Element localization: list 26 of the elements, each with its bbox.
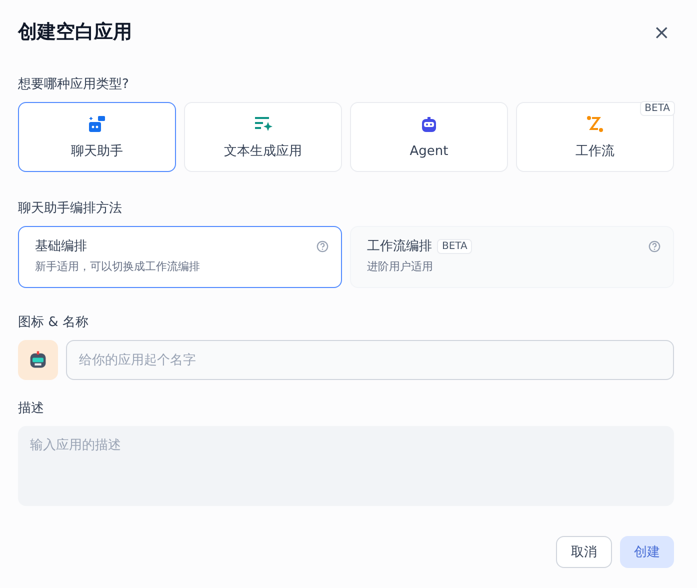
section-label: 描述 [18, 400, 45, 417]
method-title: 基础编排 [35, 238, 87, 255]
close-button[interactable]: × [649, 20, 674, 44]
method-description: 新手适用，可以切换成工作流编排 [35, 259, 201, 274]
description-input[interactable]: 输入应用的描述 [18, 426, 674, 506]
section-label: 想要哪种应用类型? [18, 76, 130, 93]
section-label: 图标 & 名称 [18, 314, 90, 331]
method-card[interactable]: 基础编排 新手适用，可以切换成工作流编排 [18, 226, 342, 288]
help-icon[interactable] [316, 240, 329, 252]
dialog-button[interactable]: 取消 [556, 536, 612, 568]
app-type-card[interactable]: Agent [350, 102, 508, 172]
section-label: 聊天助手编排方法 [18, 200, 123, 217]
name-input[interactable]: 给你的应用起个名字 [66, 340, 674, 380]
flow-path-icon [585, 114, 605, 134]
dialog-title: 创建空白应用 [18, 20, 132, 45]
method-title: 工作流编排 [367, 238, 432, 255]
app-type-card[interactable]: BETA 工作流 [516, 102, 674, 172]
app-type-card[interactable]: 聊天助手 [18, 102, 176, 172]
beta-badge: BETA [640, 101, 675, 116]
help-icon[interactable] [648, 240, 661, 252]
app-icon-button[interactable] [18, 340, 58, 380]
chat-bot-icon [87, 114, 107, 134]
method-description: 进阶用户适用 [367, 259, 434, 274]
beta-badge: BETA [437, 238, 472, 254]
app-type-card[interactable]: 文本生成应用 [184, 102, 342, 172]
method-card[interactable]: 工作流编排 BETA 进阶用户适用 [350, 226, 674, 288]
